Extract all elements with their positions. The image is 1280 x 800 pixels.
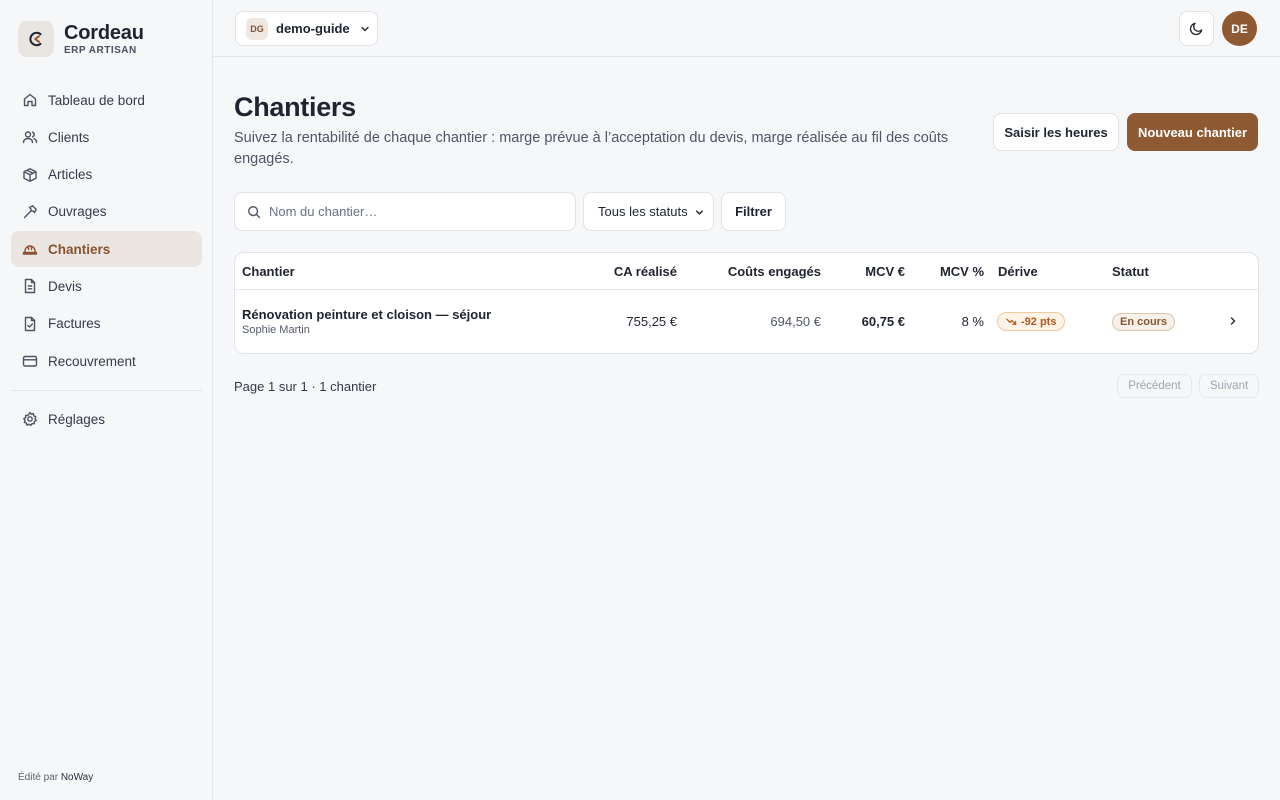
home-icon bbox=[22, 92, 38, 108]
sidebar-item-articles[interactable]: Articles bbox=[11, 157, 202, 193]
theme-toggle-button[interactable] bbox=[1179, 11, 1214, 46]
document-icon bbox=[22, 278, 38, 294]
column-header-derive[interactable]: Dérive bbox=[998, 264, 1038, 279]
table-row[interactable]: Rénovation peinture et cloison — séjour … bbox=[235, 290, 1258, 353]
footer-brand-link[interactable]: NoWay bbox=[61, 772, 93, 783]
search-input[interactable] bbox=[269, 204, 559, 219]
sidebar-nav: Tableau de bord Clients Articles Ouvrage… bbox=[11, 82, 202, 380]
chantier-name[interactable]: Rénovation peinture et cloison — séjour bbox=[242, 307, 491, 322]
users-icon bbox=[22, 129, 38, 145]
sidebar-item-label: Recouvrement bbox=[48, 353, 136, 369]
sidebar-item-ouvrages[interactable]: Ouvrages bbox=[11, 194, 202, 230]
sidebar-item-label: Articles bbox=[48, 167, 93, 183]
org-switcher[interactable]: DG demo-guide bbox=[235, 11, 378, 46]
next-page-button[interactable]: Suivant bbox=[1199, 374, 1259, 398]
table-header: Chantier CA réalisé Coûts engagés MCV € … bbox=[235, 253, 1258, 290]
package-icon bbox=[22, 167, 38, 183]
chevron-right-icon[interactable] bbox=[1227, 315, 1239, 330]
sidebar-item-label: Factures bbox=[48, 316, 101, 332]
status-filter-select[interactable]: Tous les statuts bbox=[583, 192, 714, 231]
sidebar-item-recouvrement[interactable]: Recouvrement bbox=[11, 343, 202, 379]
sidebar-item-reglages[interactable]: Réglages bbox=[11, 401, 202, 437]
drift-badge: -92 pts bbox=[997, 312, 1066, 331]
filter-button[interactable]: Filtrer bbox=[721, 192, 786, 231]
sidebar-divider bbox=[11, 390, 202, 391]
column-header-statut[interactable]: Statut bbox=[1112, 264, 1149, 279]
previous-page-button[interactable]: Précédent bbox=[1117, 374, 1192, 398]
chantiers-table: Chantier CA réalisé Coûts engagés MCV € … bbox=[234, 252, 1259, 354]
ca-realise-value: 755,25 € bbox=[626, 314, 677, 329]
brand-subtitle: ERP ARTISAN bbox=[64, 45, 137, 56]
hardhat-icon bbox=[22, 241, 38, 257]
brand-name: Cordeau bbox=[64, 22, 144, 44]
user-avatar[interactable]: DE bbox=[1222, 11, 1257, 46]
chevron-down-icon bbox=[359, 23, 371, 35]
status-filter-value: Tous les statuts bbox=[598, 204, 688, 219]
org-badge: DG bbox=[246, 17, 268, 40]
column-header-couts-engages[interactable]: Coûts engagés bbox=[728, 264, 821, 279]
moon-icon bbox=[1189, 21, 1204, 36]
brand-logo-icon bbox=[18, 21, 54, 57]
drift-value: -92 pts bbox=[1021, 315, 1057, 328]
sidebar-footer: Édité par NoWay bbox=[18, 772, 93, 783]
column-header-mcv-pct[interactable]: MCV % bbox=[940, 264, 984, 279]
chevron-down-icon bbox=[694, 206, 705, 221]
sidebar-item-devis[interactable]: Devis bbox=[11, 268, 202, 304]
sidebar-item-label: Ouvrages bbox=[48, 204, 107, 220]
couts-engages-value: 694,50 € bbox=[770, 314, 821, 329]
mcv-pct-value: 8 % bbox=[961, 314, 984, 329]
search-box[interactable] bbox=[234, 192, 576, 231]
column-header-chantier[interactable]: Chantier bbox=[242, 264, 295, 279]
column-header-ca-realise[interactable]: CA réalisé bbox=[614, 264, 677, 279]
sidebar-item-label: Réglages bbox=[48, 411, 106, 427]
topbar: DG demo-guide DE bbox=[213, 0, 1280, 57]
sidebar-item-tableau-de-bord[interactable]: Tableau de bord bbox=[11, 82, 202, 118]
mcv-eur-value: 60,75 € bbox=[861, 314, 905, 329]
page-title: Chantiers bbox=[234, 92, 356, 122]
invoice-icon bbox=[22, 316, 38, 332]
chantier-client: Sophie Martin bbox=[242, 324, 310, 336]
brand[interactable]: Cordeau ERP ARTISAN bbox=[18, 21, 144, 57]
credit-card-icon bbox=[22, 353, 38, 369]
search-icon bbox=[247, 205, 261, 219]
sidebar-item-label: Chantiers bbox=[48, 241, 111, 257]
sidebar-item-label: Clients bbox=[48, 129, 90, 145]
new-chantier-button[interactable]: Nouveau chantier bbox=[1127, 113, 1258, 151]
sidebar-item-label: Devis bbox=[48, 278, 82, 294]
trending-down-icon bbox=[1006, 317, 1017, 326]
column-header-mcv-eur[interactable]: MCV € bbox=[865, 264, 905, 279]
gear-icon bbox=[22, 411, 38, 427]
page-description: Suivez la rentabilité de chaque chantier… bbox=[234, 130, 949, 167]
sidebar: Cordeau ERP ARTISAN Tableau de bord Clie… bbox=[0, 0, 213, 800]
org-name: demo-guide bbox=[276, 21, 350, 36]
sidebar-item-factures[interactable]: Factures bbox=[11, 306, 202, 342]
status-badge: En cours bbox=[1112, 313, 1176, 331]
sidebar-item-chantiers[interactable]: Chantiers bbox=[11, 231, 202, 268]
hammer-icon bbox=[22, 204, 38, 220]
sidebar-item-clients[interactable]: Clients bbox=[11, 119, 202, 155]
sidebar-item-label: Tableau de bord bbox=[48, 92, 145, 108]
footer-prefix: Édité par bbox=[18, 772, 59, 783]
log-hours-button[interactable]: Saisir les heures bbox=[993, 113, 1119, 151]
pagination-info: Page 1 sur 1 · 1 chantier bbox=[234, 379, 377, 394]
